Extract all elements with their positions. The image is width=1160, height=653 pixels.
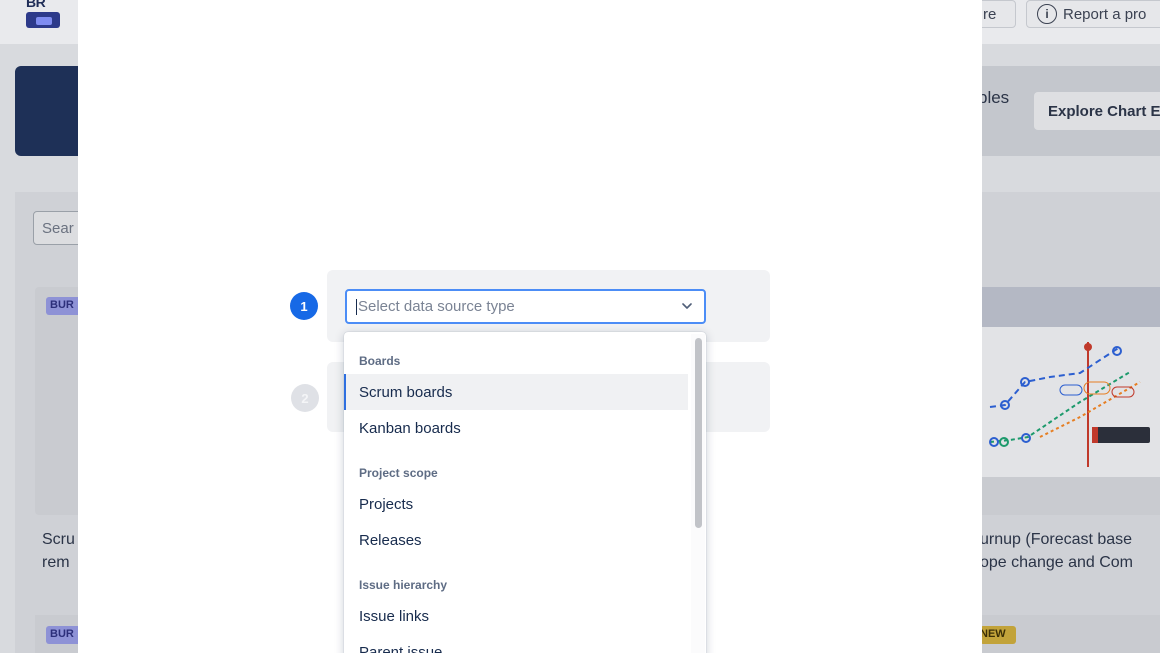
step-2-indicator: 2 bbox=[291, 384, 319, 412]
step-1-indicator: 1 bbox=[290, 292, 318, 320]
data-source-type-select[interactable]: Select data source type bbox=[345, 289, 706, 324]
report-problem-button: i Report a pro bbox=[1026, 0, 1160, 28]
menu-scrollbar-thumb[interactable] bbox=[695, 338, 702, 528]
group-label-project-scope: Project scope bbox=[359, 466, 438, 480]
option-releases[interactable]: Releases bbox=[344, 522, 688, 558]
card-title-left: Scru rem bbox=[42, 528, 82, 574]
card-title-left-line2: rem bbox=[42, 554, 70, 571]
logo-mark-icon bbox=[26, 12, 60, 28]
card-right-header bbox=[980, 287, 1160, 327]
banner-text: ples bbox=[978, 88, 1010, 107]
card-badge: BUR bbox=[46, 297, 82, 315]
card-title-right: urnup (Forecast base ope change and Com bbox=[980, 528, 1160, 574]
card-badge: BUR bbox=[46, 626, 82, 644]
search-placeholder: Sear bbox=[42, 220, 74, 237]
option-issue-links[interactable]: Issue links bbox=[344, 598, 688, 634]
card-title-right-line2: ope change and Com bbox=[980, 554, 1133, 571]
option-kanban-boards[interactable]: Kanban boards bbox=[344, 410, 688, 446]
share-button-label: re bbox=[983, 5, 997, 23]
option-parent-issue[interactable]: Parent issue bbox=[344, 634, 688, 653]
data-source-type-menu: Boards Scrum boards Kanban boards Projec… bbox=[344, 332, 706, 653]
logo-text: BR bbox=[26, 0, 46, 10]
chevron-down-icon bbox=[682, 303, 692, 309]
group-label-issue-hierarchy: Issue hierarchy bbox=[359, 578, 448, 592]
card-title-left-line1: Scru bbox=[42, 531, 75, 548]
menu-scrollbar[interactable] bbox=[691, 334, 705, 653]
info-icon: i bbox=[1037, 4, 1057, 24]
select-placeholder: Select data source type bbox=[356, 297, 515, 315]
card-title-right-line1: urnup (Forecast base bbox=[980, 531, 1133, 548]
explore-chart-label: Explore Chart E bbox=[1048, 102, 1160, 120]
explore-chart-button: Explore Chart E bbox=[1034, 92, 1160, 130]
group-label-boards: Boards bbox=[359, 354, 401, 368]
option-projects[interactable]: Projects bbox=[344, 486, 688, 522]
chart-preview-icon bbox=[989, 342, 1150, 467]
chart-card-right bbox=[980, 287, 1160, 515]
app-logo: BR bbox=[24, 0, 62, 30]
option-scrum-boards[interactable]: Scrum boards bbox=[344, 374, 688, 410]
card-right-preview bbox=[980, 327, 1160, 477]
banner-left bbox=[15, 66, 85, 156]
report-problem-label: Report a pro bbox=[1063, 5, 1147, 23]
new-badge: NEW bbox=[980, 626, 1016, 644]
